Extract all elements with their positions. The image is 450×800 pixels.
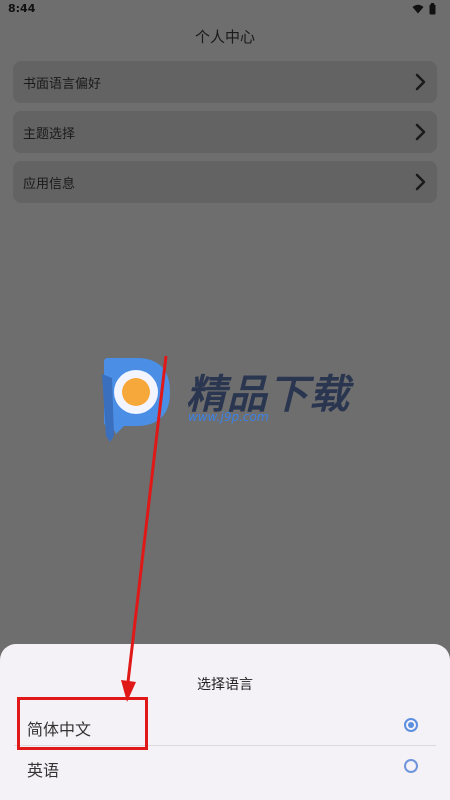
sheet-title: 选择语言 xyxy=(197,677,253,693)
menu-item-language-preference[interactable]: 书面语言偏好 xyxy=(13,61,437,103)
chevron-right-icon xyxy=(415,173,426,191)
battery-icon xyxy=(429,3,436,15)
menu-item-theme[interactable]: 主题选择 xyxy=(13,111,437,153)
menu-item-label: 应用信息 xyxy=(23,177,76,192)
menu-item-label: 书面语言偏好 xyxy=(23,77,102,92)
wifi-icon xyxy=(412,4,424,14)
status-time: 8:44 xyxy=(8,2,36,15)
radio-selected-icon[interactable] xyxy=(404,718,418,732)
annotation-highlight-box xyxy=(17,697,148,750)
status-icons xyxy=(412,3,436,15)
chevron-right-icon xyxy=(415,73,426,91)
option-label: 英语 xyxy=(27,761,60,780)
menu-item-app-info[interactable]: 应用信息 xyxy=(13,161,437,203)
chevron-right-icon xyxy=(415,123,426,141)
watermark-logo-icon xyxy=(102,358,170,442)
watermark: 精品下载 www.j9p.com xyxy=(98,354,358,444)
radio-unselected-icon[interactable] xyxy=(404,759,418,773)
profile-screen: 8:44 个人中心 书面语言偏好 主题选择 应用信息 精品下载 www.j9p.… xyxy=(0,0,450,800)
page-title: 个人中心 xyxy=(194,28,255,46)
watermark-url: www.j9p.com xyxy=(188,410,269,424)
status-bar: 8:44 xyxy=(0,0,450,20)
language-option-english[interactable]: 英语 xyxy=(14,747,436,787)
menu-item-label: 主题选择 xyxy=(23,127,76,142)
